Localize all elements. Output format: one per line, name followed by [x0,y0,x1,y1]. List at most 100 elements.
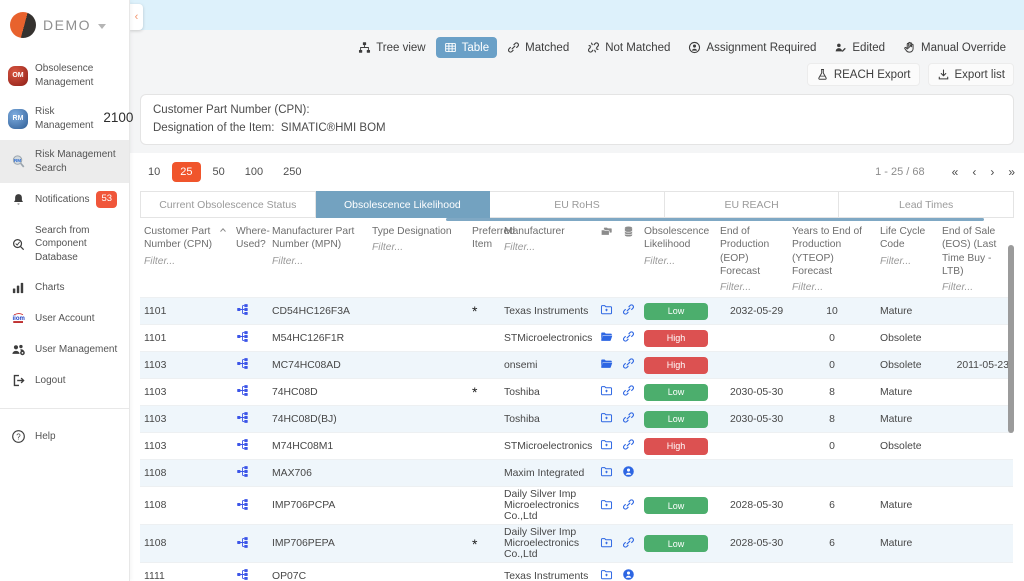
column-header-customer-part-number-cpn[interactable]: Customer Part Number (CPN) [140,218,232,298]
table-row[interactable]: 1111OP07CTexas Instruments [140,563,1013,581]
table-row[interactable]: 110374HC08D(BJ)ToshibaLow2030-05-308Matu… [140,406,1013,433]
where-used-icon[interactable] [236,536,249,549]
folder-outline-icon[interactable] [600,438,613,451]
where-used-icon[interactable] [236,465,249,478]
first-page-button[interactable]: « [952,165,958,179]
horizontal-scrollbar[interactable] [446,218,984,221]
folder-outline-icon[interactable] [600,536,613,549]
filter-input-type-designation[interactable] [372,242,459,253]
om-badge-icon: OM [8,66,28,86]
sidebar-item-user-management[interactable]: User Management [0,334,129,365]
sidebar-item-risk-management[interactable]: RMRisk Management2100 [0,97,129,140]
sort-ascending-icon[interactable] [218,225,228,252]
sidebar-item-obsolesence-management[interactable]: OMObsolesence Management [0,54,129,97]
tab-current-obsolescence-status[interactable]: Current Obsolescence Status [140,191,316,218]
mpn-cell: OP07C [268,563,368,581]
where-used-icon[interactable] [236,330,249,343]
likelihood-badge: High [644,438,708,455]
where-used-icon[interactable] [236,568,249,581]
folder-outline-icon[interactable] [600,498,613,511]
page-size-25[interactable]: 25 [172,162,200,182]
filter-input-end-of-sale-eos-last-time-buy-ltb[interactable] [942,282,1006,293]
table-row[interactable]: 1108IMP706PCPADaily Silver Imp Microelec… [140,487,1013,525]
table-row[interactable]: 1108MAX706Maxim Integrated [140,460,1013,487]
sidebar-item-value: 2100 [103,109,133,127]
cpn-cell: 1111 [140,563,232,581]
folder-filled-icon[interactable] [600,330,613,343]
yteop-forecast-cell: 8 [788,379,876,406]
assignment-required-icon[interactable] [622,568,635,581]
edited-button[interactable]: Edited [826,37,893,58]
prev-page-button[interactable]: ‹ [972,165,975,179]
yteop-forecast-cell: 6 [788,525,876,563]
eop-forecast-cell [716,460,788,487]
page-size-250[interactable]: 250 [275,162,309,182]
sidebar-item-user-account[interactable]: iiomUser Account [0,303,129,334]
match-link-icon[interactable] [622,330,635,343]
filter-input-manufacturer[interactable] [504,242,588,253]
match-link-icon[interactable] [622,411,635,424]
match-link-icon[interactable] [622,438,635,451]
where-used-icon[interactable] [236,357,249,370]
page-size-50[interactable]: 50 [205,162,233,182]
sidebar-item-notifications[interactable]: Notifications53 [0,183,129,216]
where-used-icon[interactable] [236,438,249,451]
logo-menu[interactable]: DEMO [0,0,129,54]
where-used-icon[interactable] [236,384,249,397]
manual-override-button[interactable]: Manual Override [895,37,1014,58]
toolbar: Tree viewTableMatchedNot MatchedAssignme… [130,30,1024,86]
export-list-button[interactable]: Export list [928,63,1015,86]
matched-button[interactable]: Matched [499,37,577,58]
where-used-icon[interactable] [236,303,249,316]
page-size-10[interactable]: 10 [140,162,168,182]
match-link-icon[interactable] [622,536,635,549]
match-link-icon[interactable] [622,384,635,397]
not-matched-button[interactable]: Not Matched [579,37,678,58]
filter-input-life-cycle-code[interactable] [880,256,931,267]
assignment-required-icon[interactable] [622,465,635,478]
match-link-icon[interactable] [622,357,635,370]
table-row[interactable]: 1101CD54HC126F3A*Texas InstrumentsLow203… [140,298,1013,325]
filter-input-manufacturer-part-number-mpn[interactable] [272,256,359,267]
sidebar-item-search-from-component-database[interactable]: Search from Component Database [0,216,129,273]
tab-obsolescence-likelihood[interactable]: Obsolescence Likelihood [316,191,491,218]
tree-view-button[interactable]: Tree view [350,37,433,58]
filter-input-years-to-end-of-production-yteop-forecast[interactable] [792,282,868,293]
sidebar-item-charts[interactable]: Charts [0,272,129,303]
reach-export-button[interactable]: REACH Export [807,63,920,86]
assignment-required-button[interactable]: Assignment Required [680,37,824,58]
match-link-icon[interactable] [622,303,635,316]
filter-input-obsolescence-likelihood[interactable] [644,256,709,267]
next-page-button[interactable]: › [990,165,993,179]
table-button[interactable]: Table [436,37,498,58]
where-used-icon[interactable] [236,498,249,511]
folder-outline-icon[interactable] [600,465,613,478]
sidebar-item-logout[interactable]: Logout [0,365,129,396]
mpn-cell: IMP706PEPA [268,525,368,563]
table-row[interactable]: 1103MC74HC08ADonsemiHigh0Obsolete2011-05… [140,352,1013,379]
tab-eu-rohs[interactable]: EU RoHS [490,191,665,218]
last-page-button[interactable]: » [1008,165,1014,179]
folder-outline-icon[interactable] [600,303,613,316]
tab-lead-times[interactable]: Lead Times [839,191,1014,218]
sidebar-collapse-button[interactable]: ‹ [130,4,143,30]
filter-input-customer-part-number-cpn[interactable] [144,256,224,267]
folder-outline-icon[interactable] [600,384,613,397]
cpn-cell: 1101 [140,298,232,325]
vertical-scrollbar[interactable] [1008,245,1014,433]
table-row[interactable]: 1108IMP706PEPA*Daily Silver Imp Microele… [140,525,1013,563]
folder-outline-icon[interactable] [600,568,613,581]
match-link-icon[interactable] [622,498,635,511]
table-row[interactable]: 1103M74HC08M1STMicroelectronicsHigh0Obso… [140,433,1013,460]
where-used-icon[interactable] [236,411,249,424]
sidebar-item-label: Charts [35,281,64,295]
sidebar-item-risk-management-search[interactable]: RMRisk Management Search [0,140,129,183]
table-row[interactable]: 110374HC08D*ToshibaLow2030-05-308Mature [140,379,1013,406]
tab-eu-reach[interactable]: EU REACH [665,191,840,218]
folder-filled-icon[interactable] [600,357,613,370]
sidebar-item-help[interactable]: ?Help [0,421,129,452]
page-size-100[interactable]: 100 [237,162,271,182]
folder-outline-icon[interactable] [600,411,613,424]
filter-input-end-of-production-eop-forecast[interactable] [720,282,781,293]
table-row[interactable]: 1101M54HC126F1RSTMicroelectronicsHigh0Ob… [140,325,1013,352]
